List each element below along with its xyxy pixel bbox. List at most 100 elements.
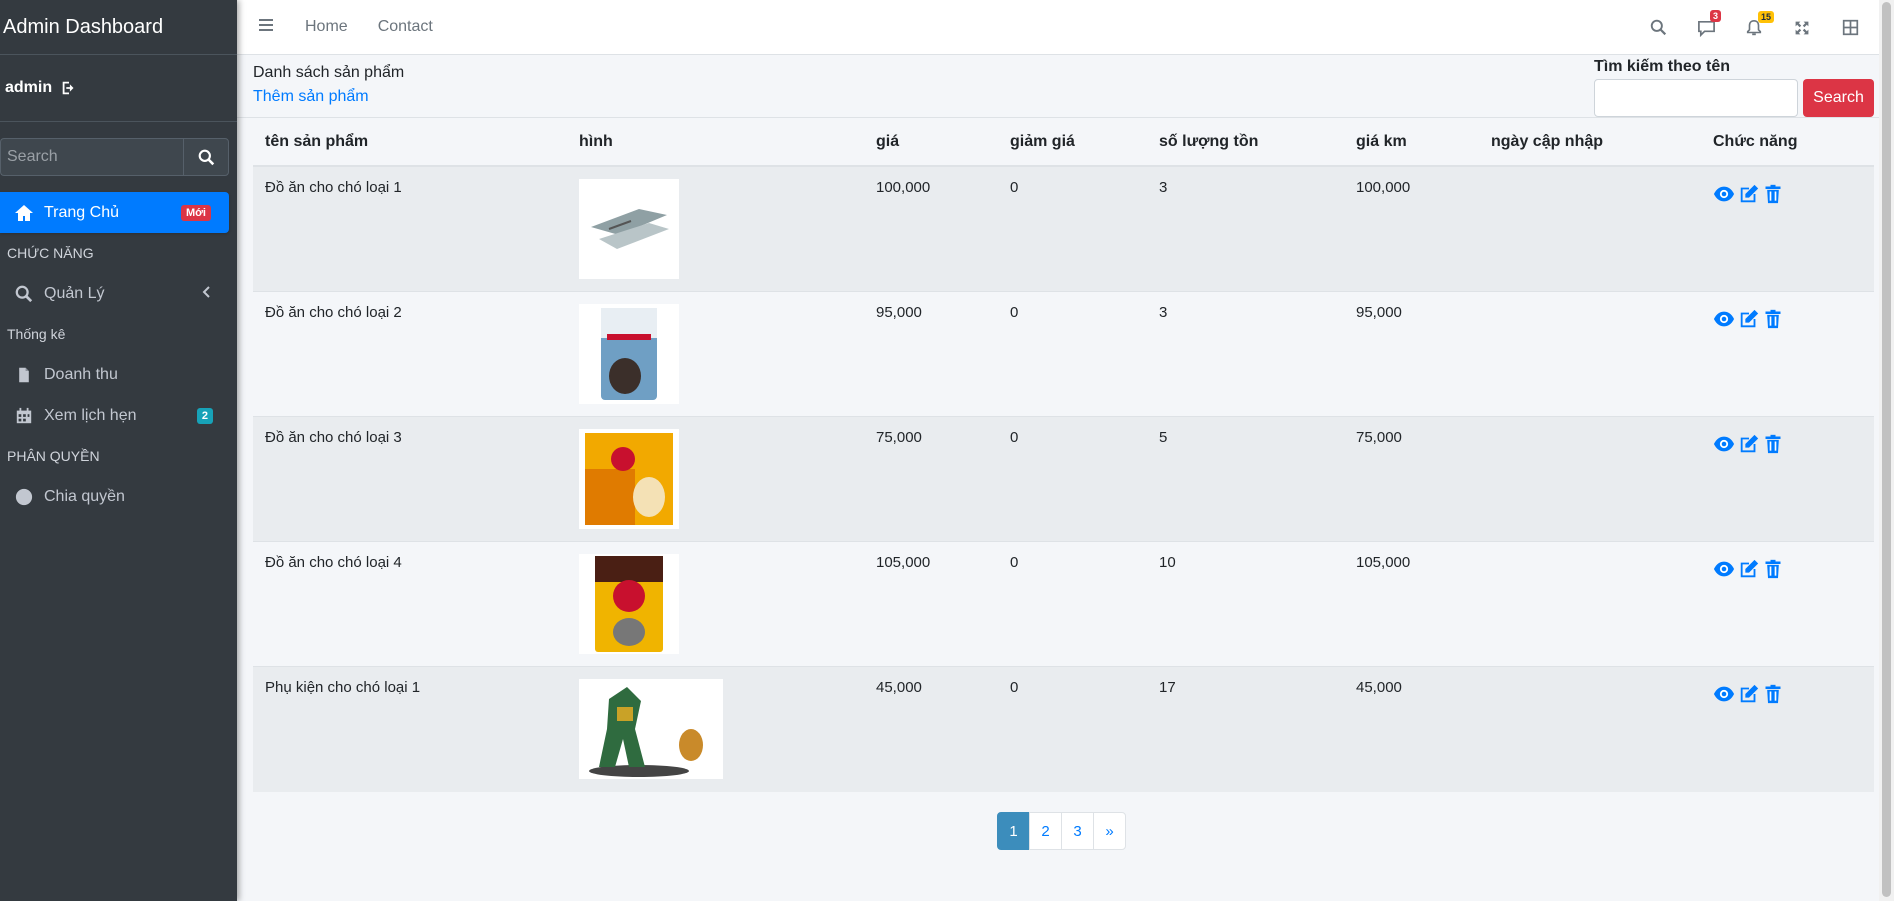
stock: 5 [1147,416,1344,542]
page-next[interactable]: » [1093,812,1126,850]
sidebar-item-label: Trang Chủ [44,203,119,221]
price: 95,000 [864,291,998,417]
table-header-row: tên sản phẩm hình giá giảm giá số lượng … [253,118,1874,167]
sidebar-item-label: Doanh thu [44,365,118,383]
column-header: số lượng tồn [1147,118,1344,167]
nav-header-permissions: PHÂN QUYỀN [7,448,100,464]
pagination: 1 2 3 » [997,812,1126,850]
sidebar-item-appointments[interactable]: Xem lịch hẹn 2 [0,395,229,436]
product-name: Đồ ăn cho chó loại 2 [253,291,567,417]
logout-icon[interactable] [60,79,78,97]
search-input[interactable] [1594,79,1798,117]
page-title: Danh sách sản phẩm [253,64,405,81]
sale-price: 75,000 [1344,416,1479,542]
sale-price: 45,000 [1344,666,1479,792]
product-name: Đồ ăn cho chó loại 3 [253,416,567,542]
nav-link-home[interactable]: Home [305,18,348,36]
stock: 3 [1147,165,1344,292]
new-badge: Mới [180,204,211,221]
bell-icon[interactable]: 15 [1730,10,1778,37]
home-icon [14,203,34,223]
view-icon[interactable] [1713,183,1735,205]
sidebar-item-home[interactable]: Trang Chủ Mới [0,192,229,233]
add-product-link[interactable]: Thêm sản phẩm [253,88,404,106]
stock: 10 [1147,541,1344,667]
price: 105,000 [864,541,998,667]
edit-icon[interactable] [1738,683,1760,705]
chevron-left-icon[interactable] [201,285,213,303]
grid-icon[interactable] [1826,19,1874,36]
stock: 3 [1147,291,1344,417]
table-row: Đồ ăn cho chó loại 4 105,000 0 10 105,00… [253,541,1874,667]
file-icon [14,365,34,385]
brand-title[interactable]: Admin Dashboard [0,0,237,55]
nav-header-stats: Thống kê [7,326,66,342]
product-image [579,429,679,529]
product-image [579,179,679,279]
product-name: Phụ kiện cho chó loại 1 [253,666,567,792]
circle-icon [14,487,34,507]
search-icon[interactable] [1634,19,1682,36]
sidebar-search: Search [0,138,229,176]
nav-link-contact[interactable]: Contact [378,18,433,36]
page-1[interactable]: 1 [997,812,1030,850]
view-icon[interactable] [1713,683,1735,705]
product-image [579,554,679,654]
view-icon[interactable] [1713,433,1735,455]
edit-icon[interactable] [1738,183,1760,205]
price: 100,000 [864,165,998,292]
price: 75,000 [864,416,998,542]
table-row: Đồ ăn cho chó loại 1 100,000 0 3 100,000 [253,165,1874,292]
trash-icon[interactable] [1763,558,1785,580]
view-icon[interactable] [1713,558,1735,580]
price: 45,000 [864,666,998,792]
sidebar-item-label: Chia quyền [44,487,125,505]
sidebar-search-input[interactable]: Search [0,138,183,176]
messages-icon[interactable]: 3 [1682,10,1730,37]
column-header: Chức năng [1701,118,1874,167]
product-name: Đồ ăn cho chó loại 4 [253,541,567,667]
column-header: giá km [1344,118,1479,167]
menu-icon[interactable] [259,18,275,37]
page-2[interactable]: 2 [1029,812,1062,850]
column-header: giá [864,118,998,167]
edit-icon[interactable] [1738,433,1760,455]
product-image [579,679,723,779]
trash-icon[interactable] [1763,433,1785,455]
sidebar-search-button[interactable] [183,138,229,176]
appointments-badge: 2 [196,407,213,424]
sidebar-item-permissions[interactable]: Chia quyền [0,476,229,517]
trash-icon[interactable] [1763,683,1785,705]
nav-header-functions: CHỨC NĂNG [7,245,94,261]
page-scrollbar[interactable] [1879,0,1894,901]
trash-icon[interactable] [1763,308,1785,330]
sidebar-item-revenue[interactable]: Doanh thu [0,354,229,395]
search-icon [198,149,214,165]
messages-count-badge: 3 [1710,10,1722,22]
table-row: Phụ kiện cho chó loại 1 45,000 0 17 45,0… [253,666,1874,792]
user-name[interactable]: admin [5,79,52,97]
trash-icon[interactable] [1763,183,1785,205]
edit-icon[interactable] [1738,558,1760,580]
notifications-count-badge: 15 [1758,10,1775,23]
sidebar-item-manage[interactable]: Quản Lý [0,273,229,314]
product-search: Tìm kiếm theo tên Search [1594,58,1874,117]
search-button[interactable]: Search [1803,79,1874,117]
fullscreen-icon[interactable] [1778,20,1826,36]
row-actions [1713,183,1862,205]
user-panel: admin [0,55,237,122]
scrollbar-thumb[interactable] [1882,2,1891,897]
calendar-icon [14,406,34,426]
sale-price: 105,000 [1344,541,1479,667]
updated-date [1479,165,1701,292]
sidebar-item-label: Xem lịch hẹn [44,406,137,424]
stock: 17 [1147,666,1344,792]
navbar-right: 3 15 [1634,0,1894,55]
sidebar: Admin Dashboard admin Search Trang Chủ M… [0,0,237,901]
view-icon[interactable] [1713,308,1735,330]
column-header: tên sản phẩm [253,118,567,167]
updated-date [1479,291,1701,417]
edit-icon[interactable] [1738,308,1760,330]
page-3[interactable]: 3 [1061,812,1094,850]
search-label: Tìm kiếm theo tên [1594,58,1731,75]
